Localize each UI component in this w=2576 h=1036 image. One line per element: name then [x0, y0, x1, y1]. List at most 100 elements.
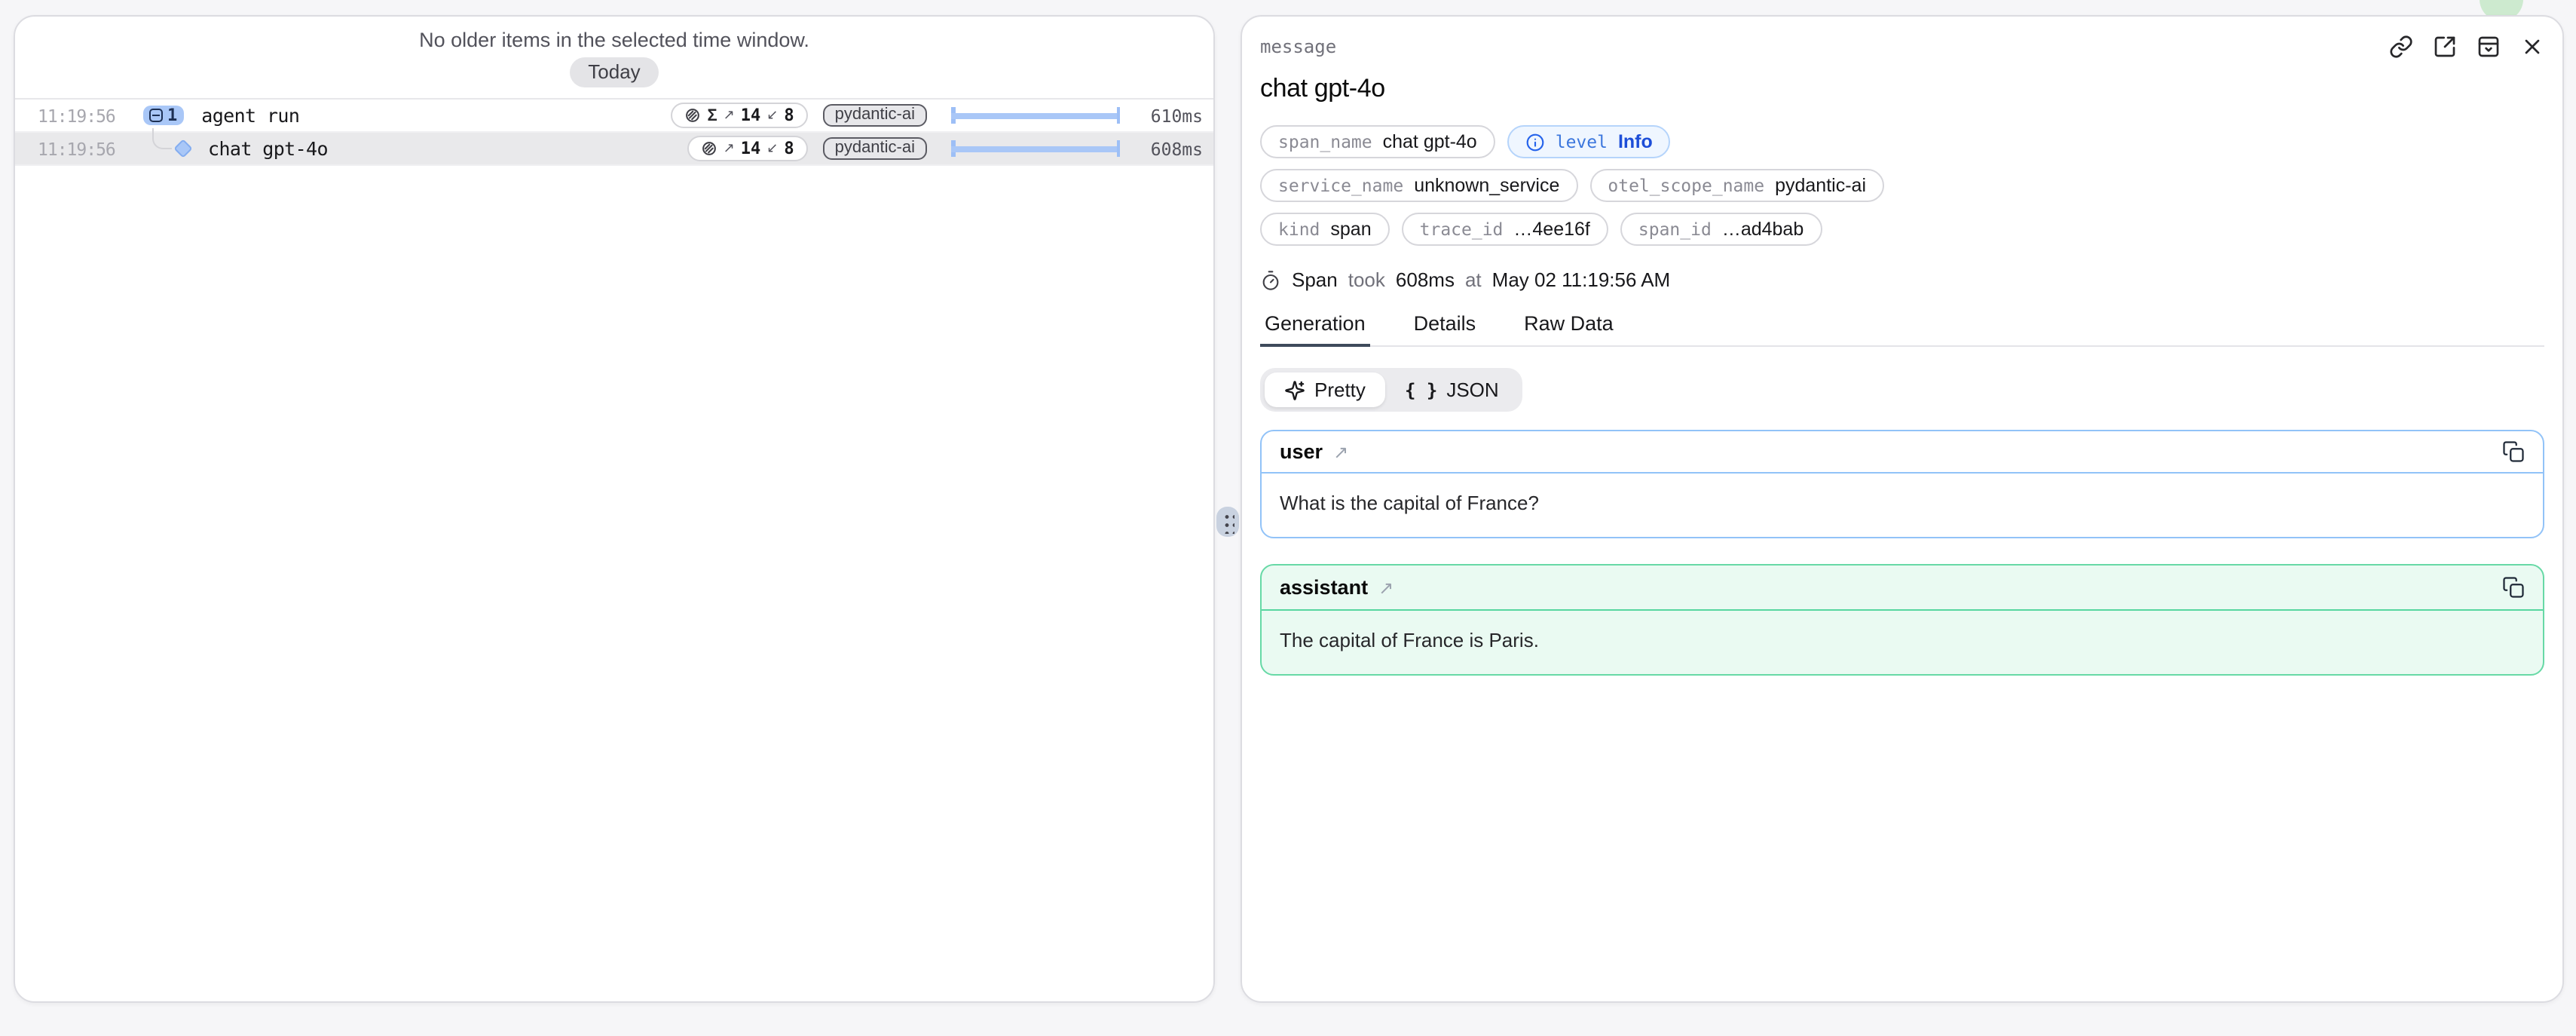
attr-key: service_name	[1278, 175, 1403, 196]
detail-panel: message	[1241, 15, 2564, 1003]
attr-pill-level[interactable]: level Info	[1507, 125, 1671, 158]
role-link-icon[interactable]: ↗	[1378, 577, 1394, 598]
json-label: JSON	[1446, 379, 1498, 401]
timing-span-word: Span	[1292, 268, 1338, 291]
timer-icon	[1260, 269, 1281, 290]
copy-icon	[2502, 576, 2525, 599]
row-right: Σ ↗ 14 ↙ 8 pydantic-ai 610ms	[671, 103, 1203, 128]
attr-key: level	[1556, 131, 1608, 152]
close-icon[interactable]	[2520, 35, 2544, 59]
tokens-in-arrow-icon: ↗	[724, 140, 735, 157]
row-right: ↗ 14 ↙ 8 pydantic-ai 608ms	[687, 136, 1203, 161]
pill-row: service_name unknown_service otel_scope_…	[1260, 169, 1884, 202]
row-timestamp: 11:19:56	[38, 138, 125, 159]
open-external-icon[interactable]	[2433, 35, 2457, 59]
span-label: agent run	[201, 104, 299, 127]
scope-tag[interactable]: pydantic-ai	[823, 137, 927, 160]
copy-link-icon[interactable]	[2389, 35, 2413, 59]
tokens-out-arrow-icon: ↙	[766, 107, 778, 124]
attr-value: pydantic-ai	[1775, 175, 1866, 196]
collapse-toggle[interactable]: 1	[143, 106, 183, 125]
duration-text: 608ms	[1120, 138, 1203, 159]
token-stats-pill: ↗ 14 ↙ 8	[687, 136, 808, 161]
logfire-trace-view: No older items in the selected time wind…	[0, 0, 2576, 1036]
attr-value: unknown_service	[1414, 175, 1559, 196]
tab-raw-data[interactable]: Raw Data	[1519, 308, 1618, 347]
attr-value: span	[1330, 219, 1371, 240]
tokens-out-arrow-icon: ↙	[766, 140, 778, 157]
sigma-icon: Σ	[707, 106, 717, 124]
role-label: assistant	[1280, 576, 1368, 599]
detail-tabs: Generation Details Raw Data	[1260, 308, 2544, 347]
child-count: 1	[167, 107, 177, 124]
duration-bar	[951, 139, 1120, 158]
message-content: The capital of France is Paris.	[1262, 609, 2543, 674]
duration-text: 610ms	[1120, 105, 1203, 126]
span-kind-label: message	[1260, 36, 1336, 57]
copy-button[interactable]	[2502, 440, 2525, 463]
today-wrap: Today	[15, 57, 1213, 87]
drag-handle[interactable]	[1216, 507, 1239, 537]
timing-took-word: took	[1348, 268, 1385, 291]
view-mode-toggle: Pretty { } JSON	[1260, 368, 1523, 412]
pill-row: span_name chat gpt-4o level Info	[1260, 125, 1671, 158]
timing-at-word: at	[1465, 268, 1482, 291]
header-actions	[2389, 35, 2544, 59]
attr-key: otel_scope_name	[1608, 175, 1764, 196]
span-title: chat gpt-4o	[1260, 74, 2544, 104]
attr-pill-span-id[interactable]: span_id …ad4bab	[1620, 213, 1822, 246]
message-panel-assistant: assistant ↗ The capital of France is Par…	[1260, 564, 2544, 676]
message-header: user ↗	[1262, 431, 2543, 472]
message-header: assistant ↗	[1262, 566, 2543, 609]
panel-resize-gutter[interactable]	[1215, 15, 1241, 1003]
trace-rows: 11:19:56 1 agent run Σ ↗ 14 ↙	[15, 98, 1213, 166]
trace-row-chat-gpt-4o[interactable]: 11:19:56 chat gpt-4o ↗ 14 ↙ 8	[15, 133, 1213, 166]
bar-line	[951, 113, 1120, 118]
tab-generation[interactable]: Generation	[1260, 308, 1370, 347]
attr-value: Info	[1618, 131, 1653, 152]
duration-bar	[951, 106, 1120, 124]
attr-pill-kind: kind span	[1260, 213, 1390, 246]
today-button[interactable]: Today	[570, 57, 658, 87]
attr-key: span_name	[1278, 131, 1372, 152]
bar-cap-right	[1116, 140, 1120, 157]
scope-tag[interactable]: pydantic-ai	[823, 104, 927, 127]
tokens-out: 8	[784, 106, 794, 125]
info-icon	[1525, 132, 1545, 152]
tree-connector	[152, 128, 172, 149]
attribute-pills: span_name chat gpt-4o level Info service…	[1260, 125, 2544, 246]
bar-cap-right	[1116, 107, 1120, 124]
collapse-panel-icon[interactable]	[2477, 35, 2501, 59]
attr-pill-otel-scope-name: otel_scope_name pydantic-ai	[1589, 169, 1884, 202]
bar-line	[951, 146, 1120, 152]
trace-row-agent-run[interactable]: 11:19:56 1 agent run Σ ↗ 14 ↙	[15, 100, 1213, 133]
detail-header: message	[1260, 32, 2544, 59]
token-stats-pill: Σ ↗ 14 ↙ 8	[671, 103, 807, 128]
trace-list-panel: No older items in the selected time wind…	[14, 15, 1215, 1003]
pill-row: kind span trace_id …4ee16f span_id …ad4b…	[1260, 213, 1822, 246]
empty-notice: No older items in the selected time wind…	[15, 29, 1213, 51]
tab-details[interactable]: Details	[1409, 308, 1481, 347]
attr-value: chat gpt-4o	[1383, 131, 1477, 152]
row-timestamp: 11:19:56	[38, 105, 125, 126]
span-timing: Span took 608ms at May 02 11:19:56 AM	[1260, 268, 2544, 291]
attr-value: …ad4bab	[1722, 219, 1804, 240]
copy-icon	[2502, 440, 2525, 463]
span-label: chat gpt-4o	[208, 137, 328, 160]
collapse-minus-icon	[149, 109, 163, 122]
message-content: What is the capital of France?	[1262, 472, 2543, 537]
span-diamond-icon	[173, 139, 192, 158]
attr-pill-trace-id[interactable]: trace_id …4ee16f	[1402, 213, 1608, 246]
copy-button[interactable]	[2502, 576, 2525, 599]
timing-timestamp: May 02 11:19:56 AM	[1492, 268, 1671, 291]
attr-value: …4ee16f	[1513, 219, 1589, 240]
attr-key: span_id	[1638, 219, 1712, 240]
cost-coin-icon	[701, 140, 717, 157]
json-view-button[interactable]: { } JSON	[1385, 372, 1519, 407]
attr-key: trace_id	[1420, 219, 1504, 240]
role-link-icon[interactable]: ↗	[1333, 441, 1348, 462]
pretty-view-button[interactable]: Pretty	[1265, 372, 1385, 407]
attr-key: kind	[1278, 219, 1320, 240]
tokens-in-arrow-icon: ↗	[724, 107, 735, 124]
attr-pill-span-name: span_name chat gpt-4o	[1260, 125, 1495, 158]
